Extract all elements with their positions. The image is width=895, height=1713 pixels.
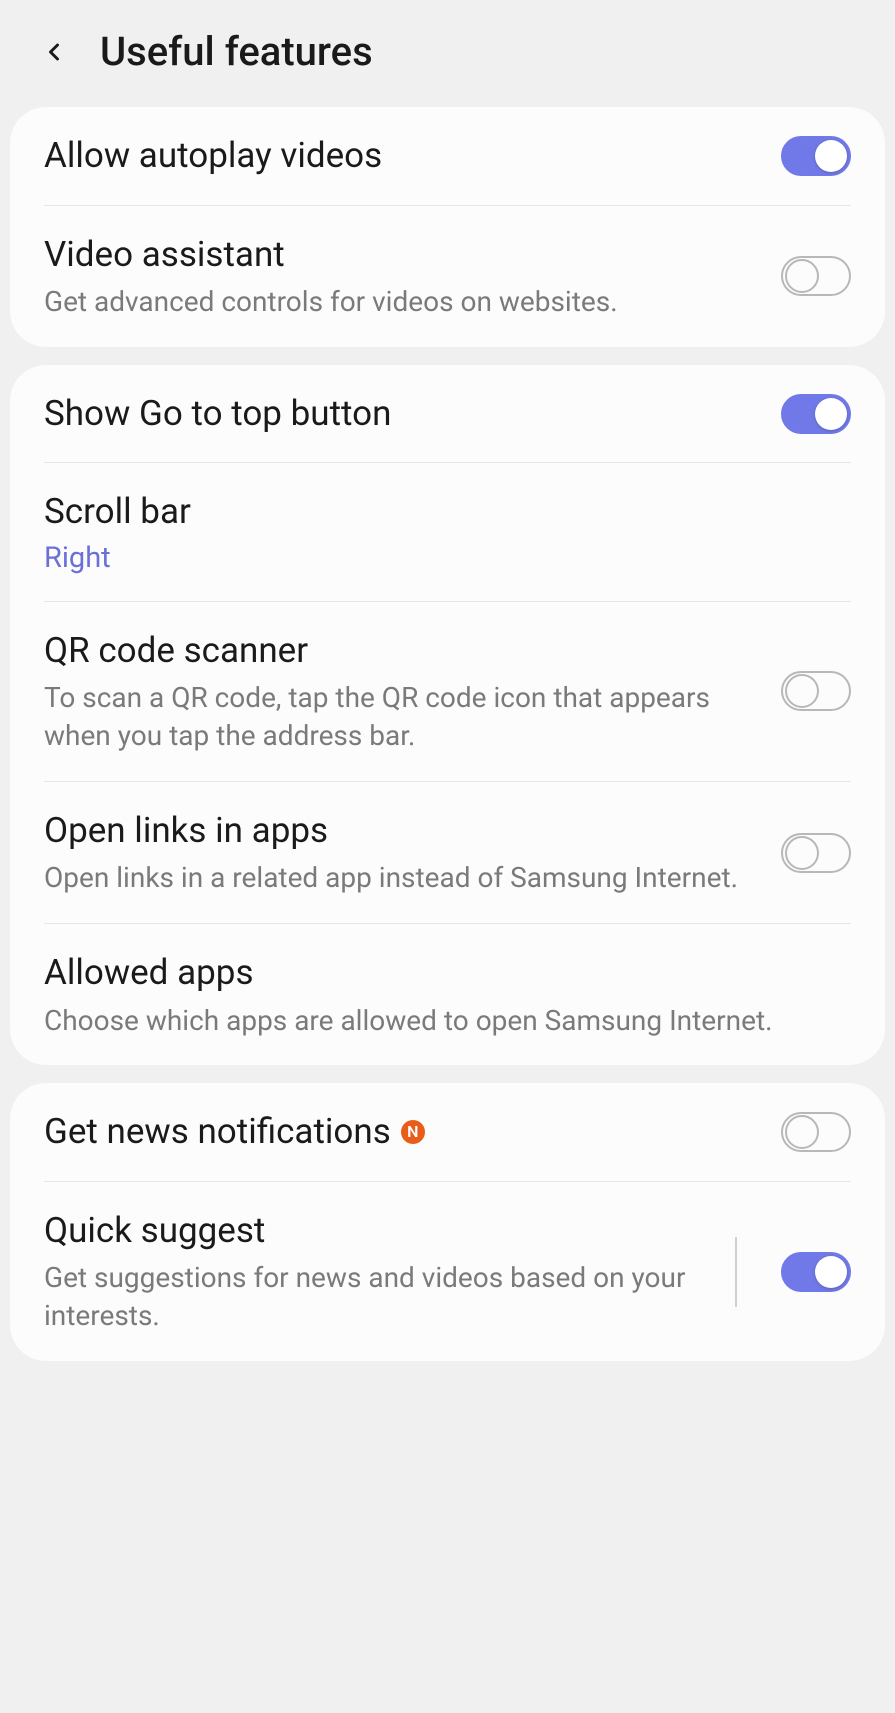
row-content: Video assistant Get advanced controls fo… — [44, 232, 761, 321]
row-open-links-in-apps[interactable]: Open links in apps Open links in a relat… — [10, 782, 885, 923]
row-allowed-apps[interactable]: Allowed apps Choose which apps are allow… — [10, 924, 885, 1065]
settings-group-3: Get news notifications N Quick suggest G… — [10, 1083, 885, 1361]
row-title: Show Go to top button — [44, 391, 761, 437]
row-content: Get news notifications N — [44, 1109, 761, 1155]
row-subtitle: Get suggestions for news and videos base… — [44, 1259, 735, 1335]
row-content: Allowed apps Choose which apps are allow… — [44, 950, 851, 1039]
row-quick-suggest[interactable]: Quick suggest Get suggestions for news a… — [10, 1182, 885, 1361]
row-content: Scroll bar Right — [44, 489, 851, 575]
row-subtitle: Choose which apps are allowed to open Sa… — [44, 1002, 851, 1040]
row-subtitle: Open links in a related app instead of S… — [44, 859, 761, 897]
page-title: Useful features — [100, 28, 373, 75]
row-value: Right — [44, 541, 851, 575]
row-content: QR code scanner To scan a QR code, tap t… — [44, 628, 761, 755]
row-content: Open links in apps Open links in a relat… — [44, 808, 761, 897]
row-title: Scroll bar — [44, 489, 851, 535]
toggle-get-news-notifications[interactable] — [781, 1112, 851, 1152]
row-title: Video assistant — [44, 232, 761, 278]
toggle-open-links-in-apps[interactable] — [781, 833, 851, 873]
row-title: Open links in apps — [44, 808, 761, 854]
row-title: Allow autoplay videos — [44, 133, 761, 179]
row-video-assistant[interactable]: Video assistant Get advanced controls fo… — [10, 206, 885, 347]
title-with-badge: Get news notifications N — [44, 1109, 761, 1155]
row-show-go-to-top[interactable]: Show Go to top button — [10, 365, 885, 463]
toggle-allow-autoplay-videos[interactable] — [781, 136, 851, 176]
row-qr-code-scanner[interactable]: QR code scanner To scan a QR code, tap t… — [10, 602, 885, 781]
toggle-quick-suggest[interactable] — [781, 1252, 851, 1292]
settings-group-2: Show Go to top button Scroll bar Right Q… — [10, 365, 885, 1066]
row-title: QR code scanner — [44, 628, 761, 674]
row-title: Quick suggest — [44, 1208, 735, 1254]
row-allow-autoplay-videos[interactable]: Allow autoplay videos — [10, 107, 885, 205]
row-get-news-notifications[interactable]: Get news notifications N — [10, 1083, 885, 1181]
new-badge-icon: N — [401, 1120, 425, 1144]
row-content: Allow autoplay videos — [44, 133, 761, 179]
row-title: Get news notifications — [44, 1109, 391, 1155]
row-subtitle: To scan a QR code, tap the QR code icon … — [44, 679, 761, 755]
settings-group-1: Allow autoplay videos Video assistant Ge… — [10, 107, 885, 347]
row-scroll-bar[interactable]: Scroll bar Right — [10, 463, 885, 601]
row-content: Quick suggest Get suggestions for news a… — [44, 1208, 735, 1335]
vertical-separator — [735, 1237, 737, 1307]
toggle-qr-code-scanner[interactable] — [781, 671, 851, 711]
toggle-video-assistant[interactable] — [781, 256, 851, 296]
row-title: Allowed apps — [44, 950, 851, 996]
row-subtitle: Get advanced controls for videos on webs… — [44, 283, 761, 321]
row-content: Show Go to top button — [44, 391, 761, 437]
toggle-show-go-to-top[interactable] — [781, 394, 851, 434]
back-icon[interactable] — [40, 38, 68, 66]
header: Useful features — [0, 0, 895, 107]
